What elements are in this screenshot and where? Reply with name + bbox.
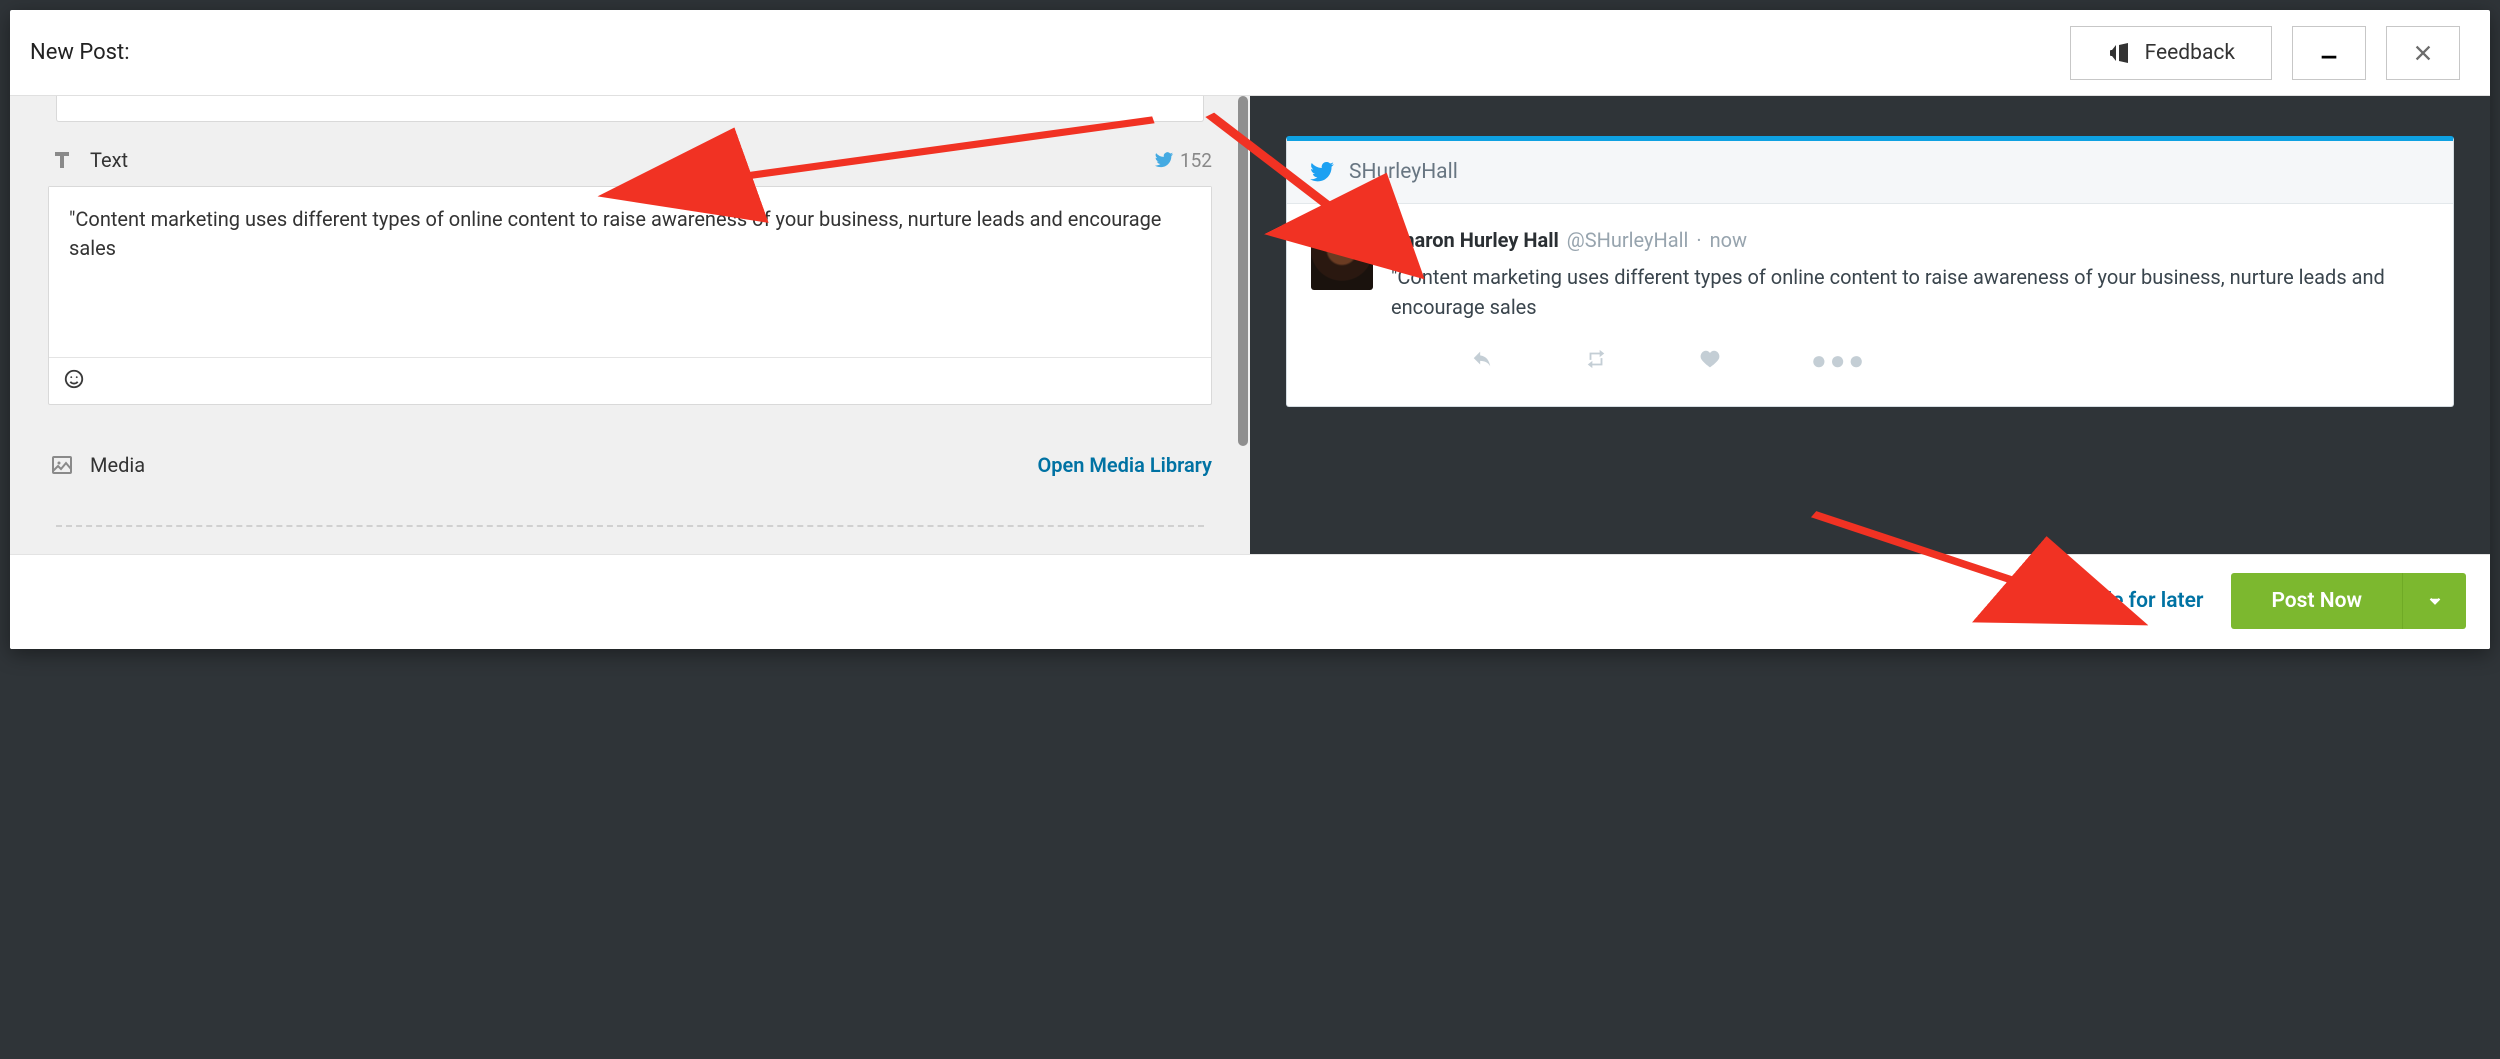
- avatar: [1311, 228, 1373, 290]
- modal-title: New Post:: [30, 40, 130, 65]
- twitter-icon: [1154, 150, 1174, 170]
- text-toolbar: [49, 357, 1211, 404]
- display-name: Sharon Hurley Hall: [1391, 228, 1559, 252]
- twitter-icon: [1309, 159, 1335, 185]
- open-media-library-link[interactable]: Open Media Library: [1037, 453, 1212, 477]
- modal-header: New Post: Feedback: [10, 10, 2490, 96]
- tweet-name-row: Sharon Hurley Hall @SHurleyHall · now: [1391, 228, 2429, 252]
- media-dropzone-stub[interactable]: [56, 525, 1204, 537]
- tweet-preview-card: SHurleyHall Sharon Hurley Hall @SHurleyH…: [1286, 136, 2454, 407]
- tweet-body: Sharon Hurley Hall @SHurleyHall · now "C…: [1287, 204, 2453, 406]
- char-count-value: 152: [1180, 149, 1212, 172]
- schedule-later-label: Schedule for later: [2036, 589, 2203, 613]
- post-button-group: Post Now: [2231, 573, 2466, 629]
- text-section-header: Text 152: [48, 122, 1212, 186]
- text-section-label: Text: [90, 148, 128, 172]
- modal-footer: Schedule for later Post Now: [10, 554, 2490, 649]
- image-icon: [48, 453, 76, 477]
- media-section-label: Media: [90, 453, 145, 477]
- feedback-label: Feedback: [2145, 41, 2235, 65]
- tweet-time: now: [1710, 228, 1747, 252]
- megaphone-icon: [2107, 41, 2131, 65]
- feedback-button[interactable]: Feedback: [2070, 26, 2272, 80]
- tweet-text: "Content marketing uses different types …: [1391, 262, 2429, 322]
- twitter-char-count: 152: [1154, 149, 1212, 172]
- post-now-button[interactable]: Post Now: [2231, 573, 2402, 629]
- text-box: [48, 186, 1212, 405]
- previous-section-stub: [56, 96, 1204, 122]
- tweet-actions: ●●●: [1391, 322, 2429, 394]
- chevron-down-icon: [2426, 592, 2444, 610]
- more-icon: ●●●: [1811, 348, 1867, 374]
- post-text-input[interactable]: [49, 187, 1211, 357]
- minimize-button[interactable]: [2292, 26, 2366, 80]
- at-handle: @SHurleyHall: [1567, 228, 1689, 252]
- post-options-caret[interactable]: [2402, 573, 2466, 629]
- smile-icon: [63, 368, 85, 390]
- preview-account-handle: SHurleyHall: [1349, 160, 1458, 184]
- separator-dot: ·: [1696, 228, 1701, 252]
- tweet-preview-header: SHurleyHall: [1287, 141, 2453, 204]
- scrollbar-thumb[interactable]: [1238, 96, 1248, 446]
- close-button[interactable]: [2386, 26, 2460, 80]
- compose-panel: Text 152 Media: [10, 96, 1250, 554]
- new-post-modal: New Post: Feedback Text 15: [10, 10, 2490, 649]
- retweet-icon: [1583, 348, 1609, 370]
- schedule-later-link[interactable]: Schedule for later: [2004, 589, 2203, 613]
- like-icon: [1699, 348, 1721, 370]
- modal-body: Text 152 Media: [10, 96, 2490, 554]
- emoji-button[interactable]: [63, 368, 85, 394]
- calendar-icon: [2004, 590, 2026, 612]
- media-section-header: Media Open Media Library: [48, 405, 1212, 491]
- text-icon: [48, 148, 76, 172]
- reply-icon: [1471, 348, 1493, 370]
- close-icon: [2412, 42, 2434, 64]
- minimize-icon: [2318, 42, 2340, 64]
- preview-panel: SHurleyHall Sharon Hurley Hall @SHurleyH…: [1250, 96, 2490, 554]
